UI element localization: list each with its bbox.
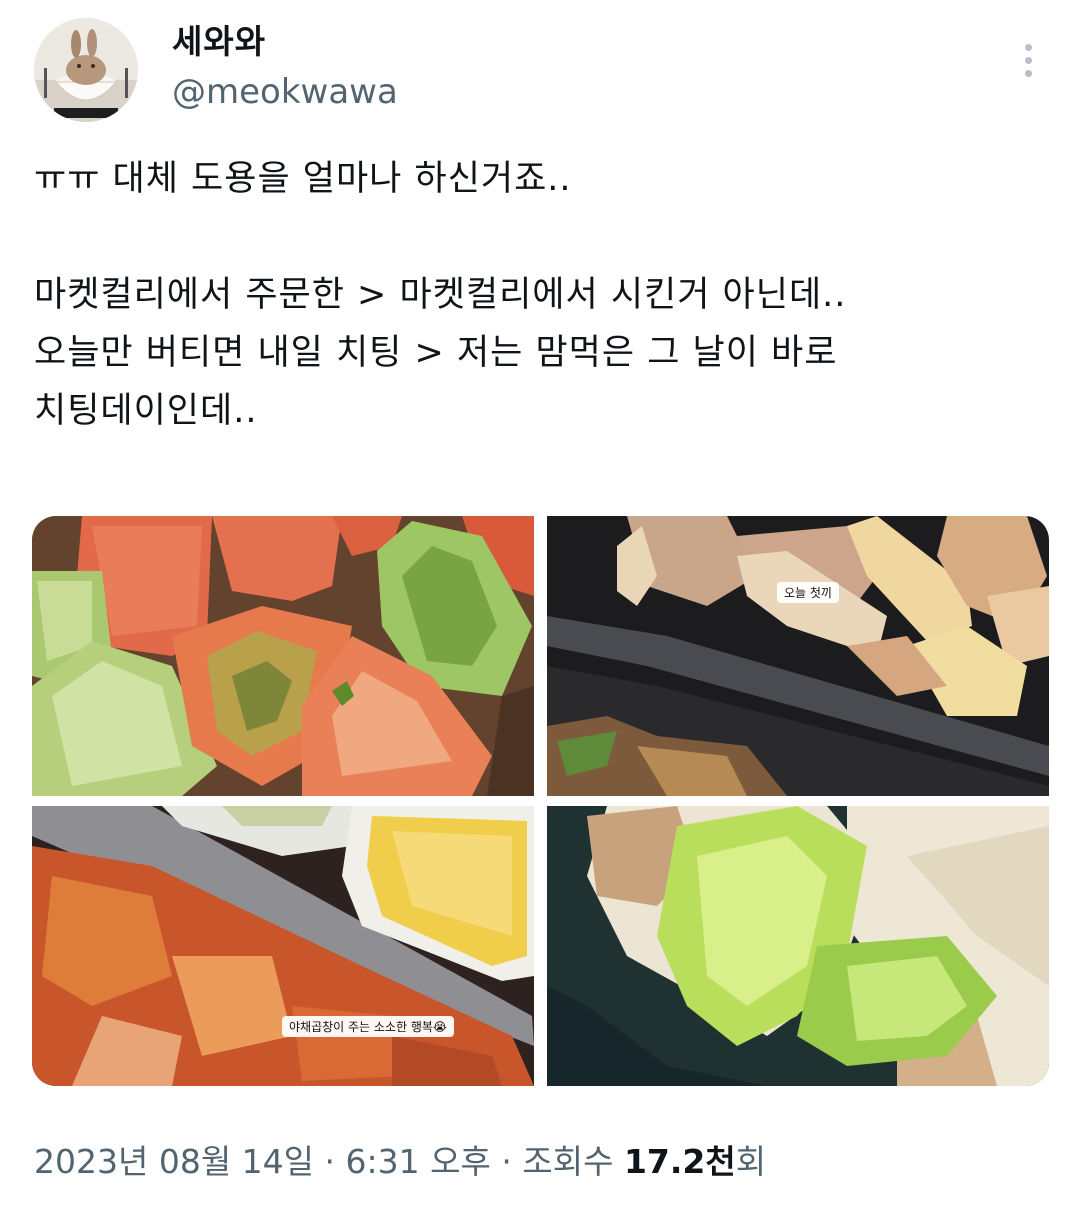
views-count[interactable]: 17.2천 — [624, 1142, 736, 1181]
tweet-time[interactable]: 6:31 오후 — [346, 1142, 491, 1181]
tweet-date[interactable]: 2023년 08월 14일 — [34, 1142, 314, 1181]
separator: · — [324, 1142, 336, 1181]
dot — [1024, 69, 1032, 77]
tweet-meta: 2023년 08월 14일 · 6:31 오후 · 조회수 17.2천회 — [34, 1140, 766, 1184]
tomatoes-photo[interactable] — [32, 516, 534, 796]
tortilla-wrap-photo[interactable] — [547, 806, 1049, 1086]
tweet-card: 세와와 @meokwawa ㅠㅠ 대체 도용을 얼마나 하신거죠.. 마켓컬리에… — [0, 0, 1080, 1215]
tripe-corn-photo[interactable]: 야채곱창이 주는 소소한 행복😭 — [32, 806, 534, 1086]
dot — [1024, 43, 1032, 51]
tweet-line-1: ㅠㅠ 대체 도용을 얼마나 하신거죠.. — [34, 159, 572, 199]
photo-caption: 야채곱창이 주는 소소한 행복😭 — [282, 1016, 454, 1037]
chicken-tteok-photo[interactable]: 오늘 첫끼 — [547, 516, 1049, 796]
dot — [1024, 56, 1032, 64]
bunny-avatar-icon — [34, 18, 138, 122]
tweet-line-2: 마켓컬리에서 주문한 > 마켓컬리에서 시킨거 아닌데.. — [34, 275, 847, 315]
user-handle[interactable]: @meokwawa — [172, 70, 398, 114]
display-name[interactable]: 세와와 — [172, 20, 266, 64]
media-grid: 오늘 첫끼 야채곱창이 주는 소소한 행복😭 — [32, 516, 1049, 1086]
separator: · — [501, 1142, 512, 1181]
views-suffix: 회 — [735, 1142, 767, 1181]
avatar[interactable] — [34, 18, 138, 122]
views-label: 조회수 — [522, 1142, 614, 1181]
photo-caption: 오늘 첫끼 — [777, 582, 839, 603]
tweet-text: ㅠㅠ 대체 도용을 얼마나 하신거죠.. 마켓컬리에서 주문한 > 마켓컬리에서… — [34, 150, 1044, 440]
more-options-icon[interactable] — [1008, 36, 1048, 84]
tweet-line-3: 오늘만 버티면 내일 치팅 > 저는 맘먹은 그 날이 바로 — [34, 333, 838, 373]
tweet-line-4: 치팅데이인데.. — [34, 391, 258, 431]
